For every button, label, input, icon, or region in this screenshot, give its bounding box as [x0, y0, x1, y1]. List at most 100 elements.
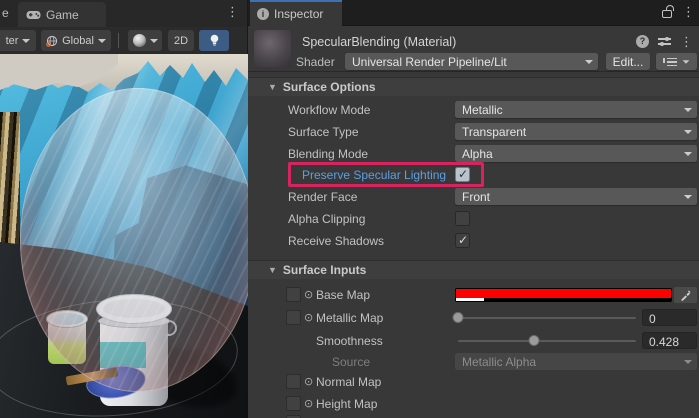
- row-smoothness: Smoothness 0.428: [248, 331, 699, 351]
- tab-inspector[interactable]: i Inspector: [250, 0, 342, 26]
- smoothness-label: Smoothness: [316, 334, 383, 348]
- row-receive-shadows: Receive Shadows: [248, 231, 699, 251]
- chevron-down-icon: [22, 39, 30, 43]
- row-alpha-clipping: Alpha Clipping: [248, 209, 699, 229]
- workflow-mode-dropdown[interactable]: Metallic: [455, 101, 697, 118]
- space-label: Global: [62, 35, 94, 47]
- row-base-map: ⊙ Base Map: [248, 285, 699, 305]
- row-surface-type: Surface Type Transparent: [248, 122, 699, 142]
- foldout-icon: ▼: [268, 82, 277, 92]
- shader-edit-button[interactable]: Edit...: [606, 53, 650, 70]
- workflow-mode-value: Metallic: [462, 103, 503, 117]
- metallic-slider-knob[interactable]: [453, 312, 464, 323]
- blending-mode-value: Alpha: [462, 147, 493, 161]
- shader-dropdown[interactable]: Universal Render Pipeline/Lit: [345, 53, 598, 70]
- preserve-specular-checkbox[interactable]: [455, 167, 470, 182]
- receive-shadows-checkbox[interactable]: [455, 233, 470, 248]
- tab-game[interactable]: Game: [18, 2, 106, 27]
- row-preserve-specular-lighting: Preserve Specular Lighting: [248, 165, 699, 187]
- row-blending-mode: Blending Mode Alpha: [248, 144, 699, 164]
- metallic-map-texture-slot[interactable]: [286, 310, 301, 325]
- height-map-label: Height Map: [316, 397, 377, 411]
- tab-inspector-label: Inspector: [274, 7, 323, 21]
- foldout-icon: ▼: [268, 265, 277, 275]
- chevron-down-icon: [684, 130, 692, 134]
- material-title: SpecularBlending (Material): [302, 35, 456, 49]
- shading-mode-dropdown[interactable]: [128, 30, 162, 51]
- source-value: Metallic Alpha: [462, 355, 536, 369]
- chevron-down-icon: [150, 39, 158, 43]
- lock-icon[interactable]: [662, 10, 672, 18]
- row-metallic-map: ⊙ Metallic Map 0: [248, 308, 699, 328]
- unity-editor-window: e Game ⋮ ter: [0, 0, 699, 418]
- chevron-down-icon: [98, 39, 106, 43]
- shader-options-button[interactable]: [656, 53, 697, 70]
- row-height-map: ⊙ Height Map: [248, 394, 699, 414]
- object-picker-icon[interactable]: ⊙: [304, 288, 313, 301]
- render-face-label: Render Face: [288, 190, 357, 204]
- edit-label: Edit...: [613, 55, 644, 69]
- game-viewport[interactable]: [0, 54, 248, 418]
- eyedropper-button[interactable]: [674, 287, 697, 303]
- normal-map-texture-slot[interactable]: [286, 374, 301, 389]
- game-menu-kebab-icon[interactable]: ⋮: [226, 5, 239, 18]
- info-icon: i: [257, 8, 269, 20]
- material-header: SpecularBlending (Material) ? ⋮ Shader U…: [248, 27, 699, 72]
- shader-value: Universal Render Pipeline/Lit: [352, 55, 507, 69]
- globe-icon: [46, 35, 58, 47]
- receive-shadows-label: Receive Shadows: [288, 234, 384, 248]
- row-smoothness-source: Source Metallic Alpha: [248, 352, 699, 372]
- metallic-value-field[interactable]: 0: [642, 309, 697, 326]
- section-surface-inputs[interactable]: ▼ Surface Inputs: [248, 260, 699, 279]
- pivot-label: ter: [6, 35, 19, 47]
- chevron-down-icon: [684, 152, 692, 156]
- section-surface-options[interactable]: ▼ Surface Options: [248, 77, 699, 96]
- base-map-texture-slot[interactable]: [286, 287, 301, 302]
- alpha-clipping-checkbox[interactable]: [455, 211, 470, 226]
- alpha-bar: [456, 298, 484, 301]
- height-map-texture-slot[interactable]: [286, 396, 301, 411]
- render-face-dropdown[interactable]: Front: [455, 188, 697, 205]
- inspector-kebab-icon[interactable]: ⋮: [682, 5, 695, 18]
- shader-label: Shader: [296, 55, 335, 69]
- object-picker-icon[interactable]: ⊙: [304, 397, 313, 410]
- row-workflow-mode: Workflow Mode Metallic: [248, 100, 699, 120]
- base-map-color-field[interactable]: [455, 288, 672, 302]
- object-picker-icon[interactable]: ⊙: [304, 375, 313, 388]
- shader-row: Shader Universal Render Pipeline/Lit Edi…: [248, 53, 699, 71]
- material-kebab-icon[interactable]: ⋮: [680, 35, 693, 48]
- help-icon[interactable]: ?: [636, 35, 649, 48]
- space-global-dropdown[interactable]: Global: [41, 30, 111, 51]
- smoothness-value-field[interactable]: 0.428: [642, 332, 697, 349]
- game-view-panel: e Game ⋮ ter: [0, 0, 248, 418]
- tab-game-label: Game: [46, 8, 79, 22]
- section-surface-options-label: Surface Options: [283, 80, 376, 94]
- list-icon: [663, 57, 677, 67]
- color-swatch: [456, 289, 671, 298]
- sphere-sheen-streaks: [20, 88, 248, 392]
- blending-mode-dropdown[interactable]: Alpha: [455, 145, 697, 162]
- scene-lighting-toggle-button[interactable]: [199, 30, 229, 51]
- row-render-face: Render Face Front: [248, 187, 699, 207]
- object-picker-icon[interactable]: ⊙: [304, 311, 313, 324]
- preserve-specular-label: Preserve Specular Lighting: [302, 168, 446, 182]
- surface-type-label: Surface Type: [288, 125, 359, 139]
- smoothness-slider[interactable]: [458, 340, 636, 342]
- render-face-value: Front: [462, 190, 490, 204]
- presets-icon[interactable]: [658, 36, 671, 47]
- metallic-slider[interactable]: [458, 317, 636, 319]
- smoothness-slider-knob[interactable]: [529, 335, 540, 346]
- chevron-down-icon: [684, 195, 692, 199]
- cutoff-tab-label: e: [2, 6, 9, 20]
- toolbar-separator: [118, 33, 119, 48]
- pivot-dropdown[interactable]: ter: [0, 30, 36, 51]
- toggle-2d-button[interactable]: 2D: [168, 30, 194, 51]
- source-label: Source: [332, 355, 370, 369]
- chevron-down-icon: [585, 60, 593, 64]
- game-tab-bar: e Game ⋮: [0, 0, 247, 27]
- alpha-track: [456, 298, 671, 301]
- 2d-label: 2D: [174, 35, 188, 47]
- normal-map-label: Normal Map: [316, 375, 381, 389]
- surface-type-dropdown[interactable]: Transparent: [455, 123, 697, 140]
- scene-toolbar: ter Global 2D: [0, 27, 247, 54]
